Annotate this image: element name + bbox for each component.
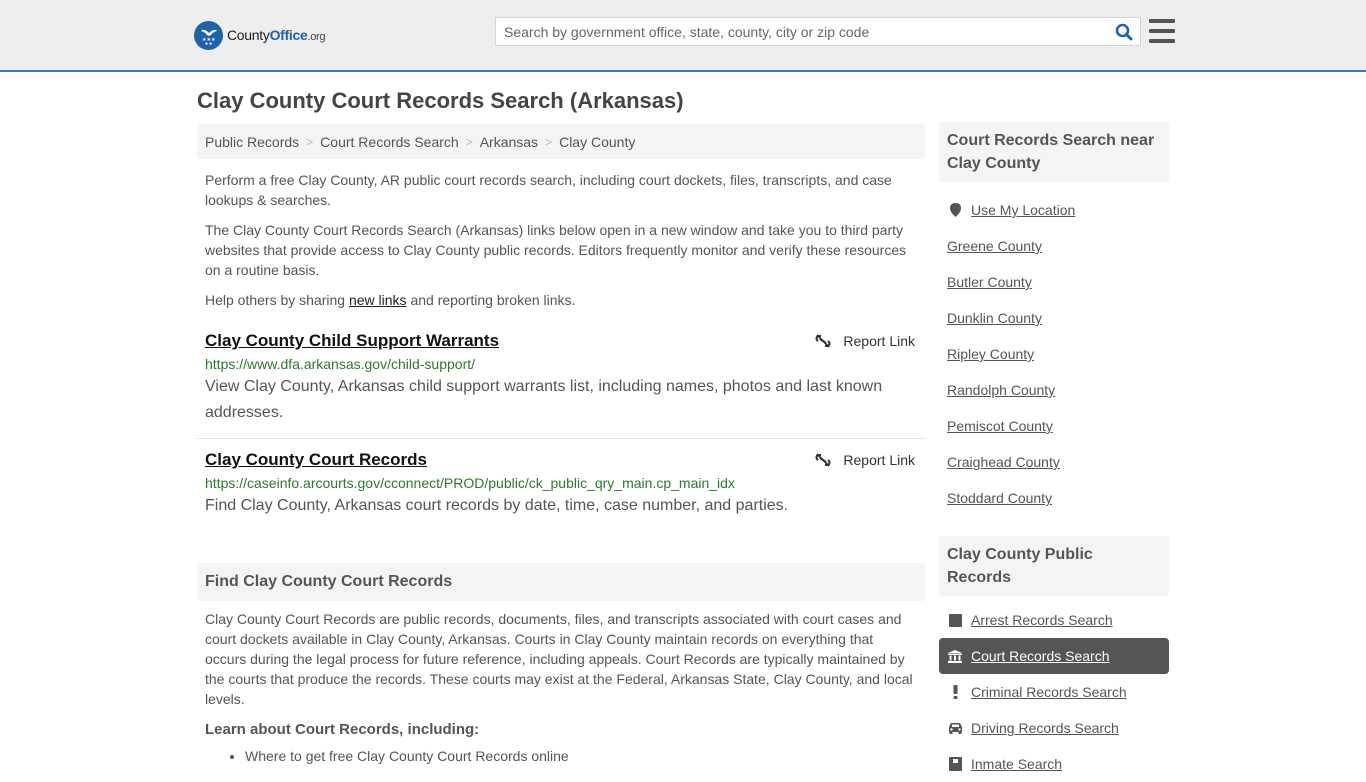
public-records-heading: Clay County Public Records [939,536,1169,596]
intro-paragraph: The Clay County Court Records Search (Ar… [205,222,907,278]
nearby-county-item: Ripley County [939,336,1169,372]
nearby-county-link[interactable]: Pemiscot County [947,418,1053,434]
menu-bar [1149,29,1175,33]
report-link-label: Report Link [843,333,915,349]
nearby-county-item: Randolph County [939,372,1169,408]
sidebar-link[interactable]: Inmate Search [971,756,1062,772]
nearby-county-link[interactable]: Butler County [947,274,1032,290]
search-input[interactable] [496,18,1108,45]
report-link-button[interactable]: Report Link [815,449,915,471]
sidebar-link[interactable]: Criminal Records Search [971,684,1127,700]
exclamation-icon [947,685,963,699]
learn-list: Where to get free Clay County Court Reco… [197,746,925,766]
resource-link-url: https://caseinfo.arcourts.gov/cconnect/P… [205,475,735,491]
sidebar-link[interactable]: Driving Records Search [971,720,1119,736]
use-my-location-link[interactable]: Use My Location [971,202,1075,218]
site-header: ★★★ ★★ CountyOffice.org [0,0,1366,72]
resource-link-description: View Clay County, Arkansas child support… [205,378,883,421]
learn-list-item: Where to get free Clay County Court Reco… [245,746,925,766]
car-icon [947,722,963,734]
menu-bar [1149,19,1175,23]
report-link-button[interactable]: Report Link [815,330,915,352]
breadcrumb-arkansas[interactable]: Arkansas [480,134,538,150]
broken-link-icon [815,334,831,348]
find-records-heading: Find Clay County Court Records [197,563,925,601]
search-box [495,17,1141,46]
breadcrumb-separator: > [306,134,314,149]
report-link-label: Report Link [843,452,915,468]
sidebar-item-inmate-search[interactable]: Inmate Search [939,746,1169,782]
logo-wordmark: CountyOffice.org [227,27,326,43]
svg-text:★★: ★★ [204,41,213,46]
resource-link-description: Find Clay County, Arkansas court records… [205,497,789,514]
resource-link-title[interactable]: Clay County Court Records [205,449,427,471]
nearby-county-item: Stoddard County [939,480,1169,516]
sidebar-item-arrest-records[interactable]: Arrest Records Search [939,602,1169,638]
breadcrumb: Public Records > Court Records Search > … [197,124,925,159]
resource-link-url: https://www.dfa.arkansas.gov/child-suppo… [205,356,476,372]
nearby-county-link[interactable]: Stoddard County [947,490,1052,506]
public-records-list: Arrest Records Search Court Records Sear… [939,602,1169,782]
nearby-county-link[interactable]: Randolph County [947,382,1055,398]
nearby-county-item: Craighead County [939,444,1169,480]
search-icon [1115,23,1133,40]
nearby-county-item: Pemiscot County [939,408,1169,444]
sidebar: Court Records Search near Clay County Us… [939,122,1169,782]
breadcrumb-separator: > [465,134,473,149]
resource-link-title[interactable]: Clay County Child Support Warrants [205,330,499,352]
share-links-paragraph: Help others by sharing new links and rep… [205,292,576,308]
resource-link-item: Clay County Court Records Report Link ht… [197,449,925,519]
new-links-link[interactable]: new links [349,292,407,308]
intro: Perform a free Clay County, AR public co… [197,170,925,310]
page-title: Clay County Court Records Search (Arkans… [197,88,684,113]
sidebar-item-court-records[interactable]: Court Records Search [939,638,1169,674]
nearby-county-link[interactable]: Greene County [947,238,1042,254]
nearby-county-link[interactable]: Craighead County [947,454,1060,470]
learn-heading: Learn about Court Records, including: [205,721,480,738]
square-icon [947,613,963,627]
hamburger-menu-button[interactable] [1149,19,1175,43]
nearby-county-item: Butler County [939,264,1169,300]
sidebar-link[interactable]: Arrest Records Search [971,612,1113,628]
main-content: Public Records > Court Records Search > … [197,124,925,766]
inmate-icon [947,757,963,771]
breadcrumb-separator: > [545,134,553,149]
sidebar-link[interactable]: Court Records Search [971,648,1110,664]
breadcrumb-public-records[interactable]: Public Records [205,134,299,150]
search-button[interactable] [1108,18,1140,45]
site-logo[interactable]: ★★★ ★★ CountyOffice.org [194,20,326,50]
nearby-county-item: Dunklin County [939,300,1169,336]
sidebar-item-driving-records[interactable]: Driving Records Search [939,710,1169,746]
nearby-county-link[interactable]: Ripley County [947,346,1034,362]
map-marker-icon [947,203,963,217]
courthouse-icon [947,649,963,663]
nearby-heading: Court Records Search near Clay County [939,122,1169,182]
resource-link-item: Clay County Child Support Warrants Repor… [197,330,925,439]
eagle-stars-logo-icon: ★★★ ★★ [194,20,223,50]
broken-link-icon [815,453,831,467]
breadcrumb-court-records-search[interactable]: Court Records Search [320,134,459,150]
menu-bar [1149,39,1175,43]
nearby-county-link[interactable]: Dunklin County [947,310,1042,326]
nearby-list: Use My Location Greene County Butler Cou… [939,192,1169,516]
use-my-location-item: Use My Location [939,192,1169,228]
intro-paragraph: Perform a free Clay County, AR public co… [205,172,892,208]
breadcrumb-clay-county[interactable]: Clay County [559,134,635,150]
nearby-county-item: Greene County [939,228,1169,264]
find-records-body: Clay County Court Records are public rec… [205,611,913,707]
sidebar-item-criminal-records[interactable]: Criminal Records Search [939,674,1169,710]
